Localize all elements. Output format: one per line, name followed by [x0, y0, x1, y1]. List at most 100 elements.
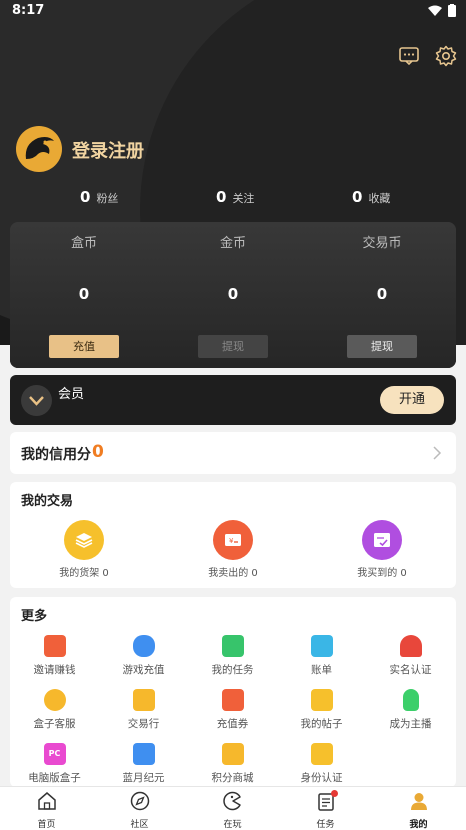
login-register-link[interactable]: 登录注册	[72, 137, 144, 163]
tab-mine[interactable]: 我的	[372, 791, 465, 830]
pc-icon: PC	[43, 743, 66, 765]
grid-bill[interactable]: 账单	[277, 635, 366, 677]
user-icon	[410, 793, 427, 810]
grid-label: 盒子客服	[33, 718, 76, 730]
wallet-label: 盒币	[70, 236, 97, 251]
stat-label: 粉丝	[96, 192, 119, 205]
grid-label: 身份认证	[300, 772, 343, 784]
wallet-box-coin: 盒币 0 充值	[10, 222, 158, 368]
stat-label: 收藏	[368, 192, 391, 205]
grid-blue-moon[interactable]: 蓝月纪元	[99, 743, 188, 785]
wallet-trade-coin: 交易币 0 提现	[308, 222, 456, 368]
chevron-right-icon	[433, 446, 442, 460]
status-bar: 8:17	[0, 0, 466, 22]
profile-stats: 0 粉丝 0 关注 0 收藏	[0, 188, 466, 208]
play-icon	[222, 791, 241, 811]
wallet-gold-coin: 金币 0 提现	[159, 222, 307, 368]
grid-label: 蓝月纪元	[122, 772, 165, 784]
id-icon	[310, 743, 333, 765]
vip-banner[interactable]: 会员 开通	[10, 375, 456, 425]
grid-label: 账单	[311, 664, 332, 676]
credit-label: 我的信用分	[21, 447, 91, 463]
dragon-logo-icon	[25, 137, 54, 159]
grid-label: 我的任务	[211, 664, 254, 676]
wallet-value: 0	[227, 285, 239, 303]
tab-community[interactable]: 社区	[93, 791, 186, 830]
grid-label: 积分商城	[211, 772, 254, 784]
grid-pc-box[interactable]: PC 电脑版盒子	[10, 743, 99, 785]
grid-realname[interactable]: 实名认证	[366, 635, 455, 677]
stat-label: 关注	[232, 192, 255, 205]
avatar[interactable]	[16, 126, 62, 172]
support-icon	[43, 689, 66, 711]
grid-label: 实名认证	[389, 664, 432, 676]
wallet-card: 盒币 0 充值 金币 0 提现 交易币 0 提现	[10, 222, 456, 368]
calendar-icon	[221, 635, 244, 657]
grid-my-tasks[interactable]: 我的任务	[188, 635, 277, 677]
wallet-label: 金币	[219, 236, 246, 251]
grid-id-verify[interactable]: 身份认证	[277, 743, 366, 785]
sold-icon: ¥	[213, 520, 253, 560]
stat-favorites[interactable]: 0 收藏	[352, 188, 390, 206]
grid-label: 我的帖子	[300, 718, 343, 730]
trade-bought[interactable]: 我买到的 0	[312, 520, 452, 579]
verify-icon	[399, 635, 422, 657]
tab-tasks[interactable]: 任务	[279, 790, 372, 830]
wallet-label: 交易币	[362, 236, 402, 251]
stat-value: 0	[352, 188, 363, 206]
tab-label: 任务	[316, 820, 335, 830]
trade-label: 我买到的 0	[357, 568, 407, 579]
tab-home[interactable]: 首页	[0, 791, 93, 830]
shop-icon	[132, 689, 155, 711]
wallet-value: 0	[78, 285, 90, 303]
status-time: 8:17	[12, 3, 45, 18]
post-icon	[310, 689, 333, 711]
tab-label: 我的	[409, 820, 428, 830]
trade-shelf[interactable]: 我的货架 0	[14, 520, 154, 579]
my-trade-section: 我的交易 我的货架 0 ¥ 我卖出的 0 我买到的 0	[10, 482, 456, 588]
trade-label: 我卖出的 0	[208, 568, 258, 579]
notification-dot	[331, 790, 338, 797]
trade-sold[interactable]: ¥ 我卖出的 0	[163, 520, 303, 579]
book-icon	[132, 743, 155, 765]
compass-icon	[130, 791, 149, 811]
grid-streamer[interactable]: 成为主播	[366, 689, 455, 731]
stat-value: 0	[80, 188, 91, 206]
recharge-button[interactable]: 充值	[49, 335, 119, 358]
withdraw-gold-button[interactable]: 提现	[198, 335, 268, 358]
coupon-icon	[221, 689, 244, 711]
vip-icon	[21, 385, 52, 416]
battery-icon	[448, 4, 456, 17]
grid-invite[interactable]: 邀请赚钱	[10, 635, 99, 677]
grid-label: 充值券	[216, 718, 249, 730]
grid-label: 成为主播	[389, 718, 432, 730]
grid-coupon[interactable]: 充值券	[188, 689, 277, 731]
vip-open-button[interactable]: 开通	[380, 386, 444, 414]
section-title: 更多	[21, 609, 48, 624]
tab-playing[interactable]: 在玩	[186, 791, 279, 830]
withdraw-trade-button[interactable]: 提现	[347, 335, 417, 358]
shelf-icon	[64, 520, 104, 560]
invite-icon	[43, 635, 66, 657]
svg-text:¥: ¥	[229, 537, 234, 545]
home-icon	[37, 792, 56, 810]
section-title: 我的交易	[21, 494, 74, 509]
credit-score-row[interactable]: 我的信用分 0	[10, 432, 456, 474]
grid-game-recharge[interactable]: 游戏充值	[99, 635, 188, 677]
grid-my-posts[interactable]: 我的帖子	[277, 689, 366, 731]
grid-support[interactable]: 盒子客服	[10, 689, 99, 731]
grid-label: 电脑版盒子	[28, 772, 81, 784]
grid-points-mall[interactable]: 积分商城	[188, 743, 277, 785]
message-icon[interactable]	[398, 45, 420, 67]
gear-icon[interactable]	[435, 45, 457, 67]
grid-trade-shop[interactable]: 交易行	[99, 689, 188, 731]
stat-following[interactable]: 0 关注	[216, 188, 254, 206]
points-icon	[221, 743, 244, 765]
tab-label: 在玩	[223, 820, 242, 830]
stat-fans[interactable]: 0 粉丝	[80, 188, 118, 206]
wallet-value: 0	[376, 285, 388, 303]
bottom-tab-bar: 首页 社区 在玩 任务 我的	[0, 786, 466, 830]
more-section: 更多 邀请赚钱 游戏充值 我的任务 账单 实名认证 盒子客服 交易行 充值券 我…	[10, 597, 456, 787]
stat-value: 0	[216, 188, 227, 206]
bill-icon	[310, 635, 333, 657]
